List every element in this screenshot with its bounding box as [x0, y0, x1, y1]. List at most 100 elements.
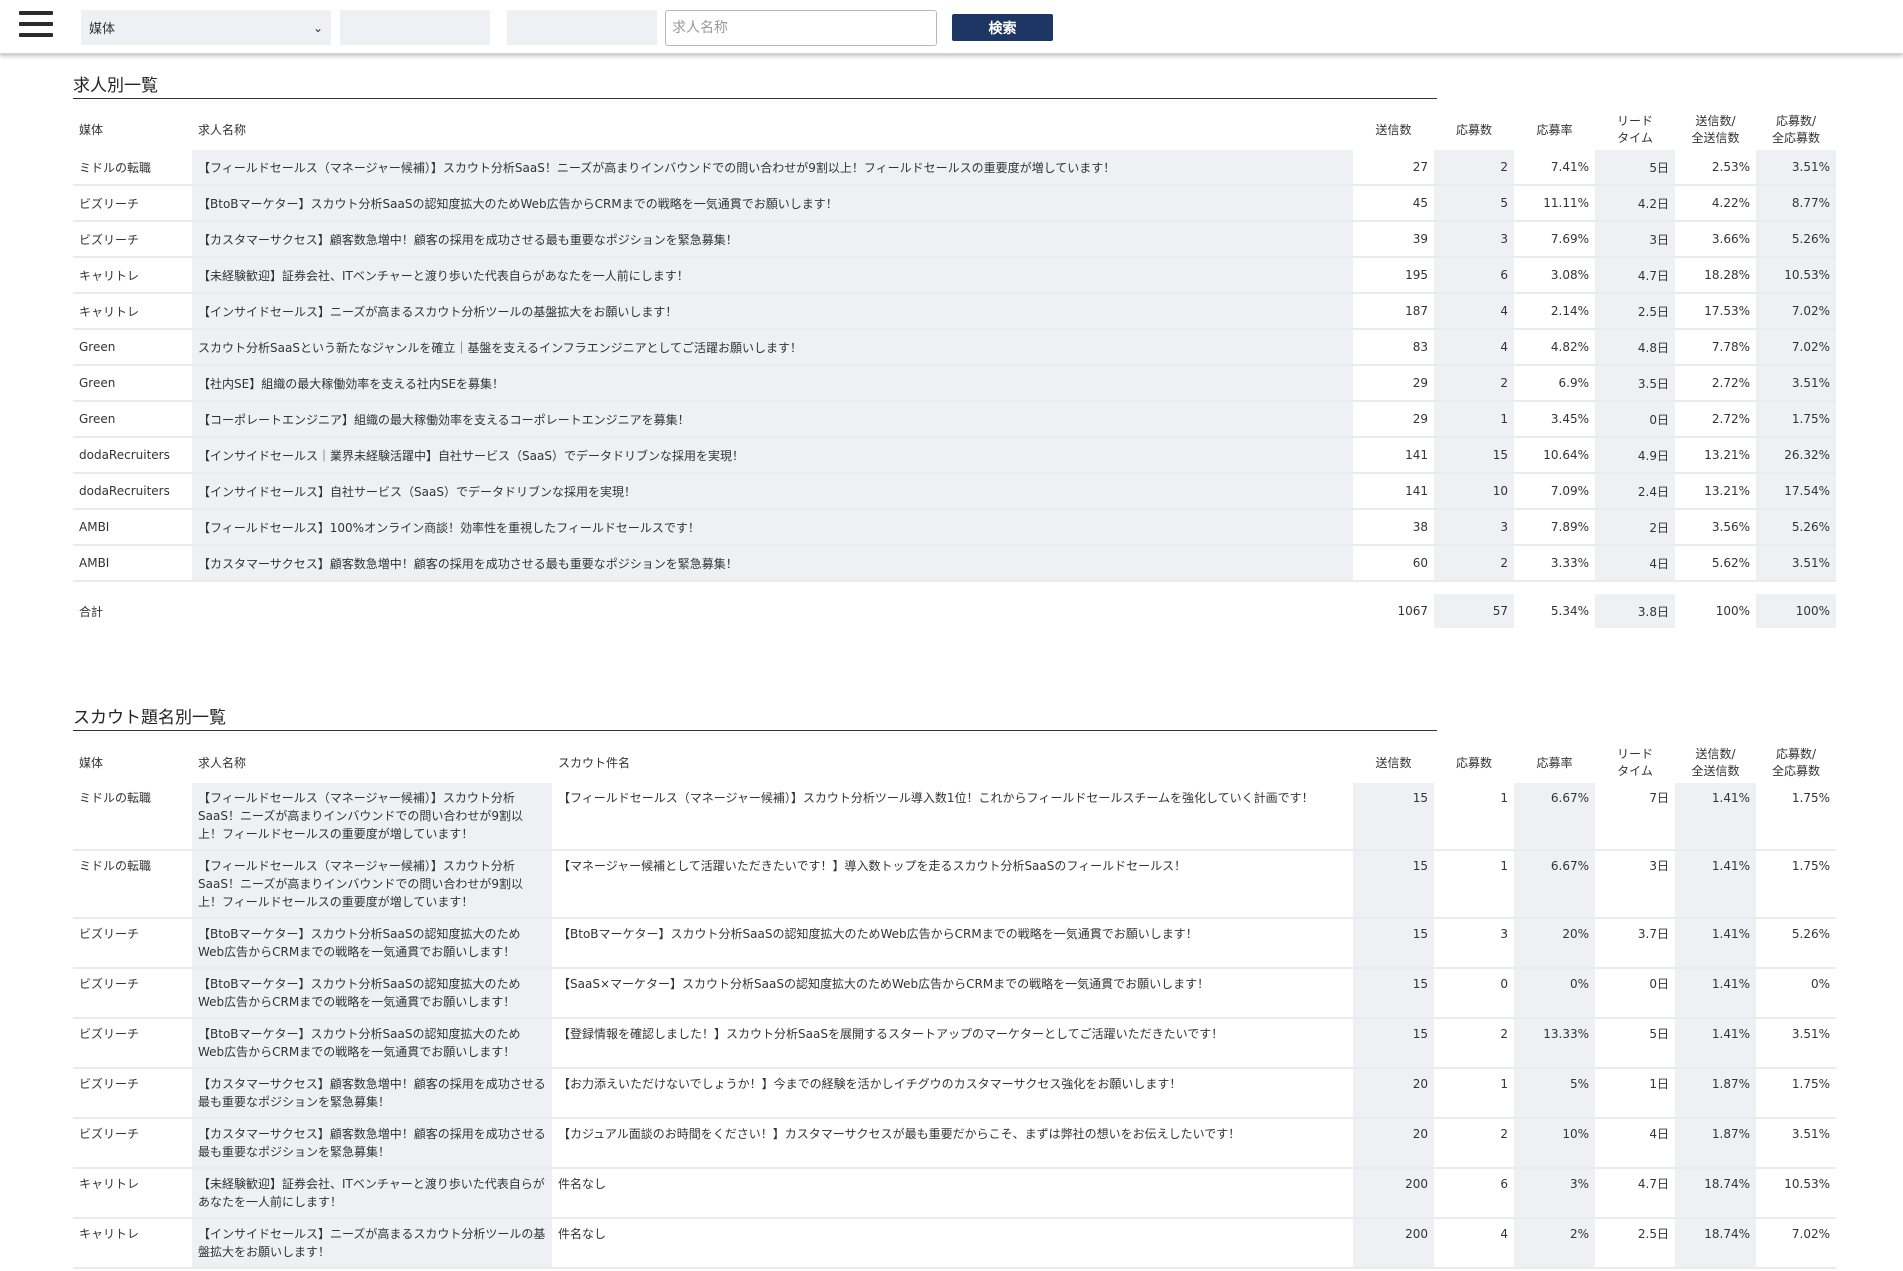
cell-scout-subject: 件名なし [552, 1169, 1353, 1219]
cell-lead-time: 3.7日 [1595, 919, 1675, 969]
cell-applied: 6 [1434, 1169, 1514, 1219]
col-job-name: 求人名称 [198, 122, 247, 137]
cell-media: Green [73, 402, 192, 438]
cell-job-name: 【未経験歓迎】証券会社、ITベンチャーと渡り歩いた代表自らがあなたを一人前にしま… [192, 258, 1353, 294]
cell-sent-share: 17.53% [1675, 294, 1756, 330]
cell-job-name: 【カスタマーサクセス】顧客数急増中！顧客の採用を成功させる最も重要なポジションを… [192, 546, 1353, 582]
cell-sent-share: 18.28% [1675, 258, 1756, 294]
filter-field-1[interactable] [340, 10, 490, 45]
cell-rate: 20% [1514, 919, 1595, 969]
cell-rate: 6.67% [1514, 851, 1595, 919]
table-row[interactable]: キャリトレ 【インサイドセールス】ニーズが高まるスカウト分析ツールの基盤拡大をお… [73, 1219, 1836, 1269]
cell-applied: 3 [1434, 919, 1514, 969]
cell-applied-share: 7.02% [1756, 330, 1836, 366]
cell-sent-share: 13.21% [1675, 438, 1756, 474]
cell-applied-share: 10.53% [1756, 258, 1836, 294]
col-lead-time-line1: リード [1616, 747, 1653, 761]
cell-media: Green [73, 366, 192, 402]
table-row[interactable]: Green 【社内SE】組織の最大稼働効率を支える社内SEを募集！ 29 2 6… [73, 366, 1836, 402]
filter-field-2[interactable] [507, 10, 657, 45]
cell-scout-subject: 【BtoBマーケター】スカウト分析SaaSの認知度拡大のためWeb広告からCRM… [552, 919, 1353, 969]
cell-applied: 1 [1434, 402, 1514, 438]
cell-applied: 4 [1434, 330, 1514, 366]
table-row[interactable]: ビズリーチ 【カスタマーサクセス】顧客数急増中！顧客の採用を成功させる最も重要な… [73, 222, 1836, 258]
cell-job-name: 【コーポレートエンジニア】組織の最大稼働効率を支えるコーポレートエンジニアを募集… [192, 402, 1353, 438]
total-row: 合計 1067 57 5.34% 3.8日 100% 100% [73, 594, 1836, 628]
jobs-section-title: 求人別一覧 [73, 71, 1437, 99]
table-row[interactable]: AMBI 【カスタマーサクセス】顧客数急増中！顧客の採用を成功させる最も重要なポ… [73, 546, 1836, 582]
search-button[interactable]: 検索 [952, 14, 1053, 41]
col-applied: 応募数 [1455, 122, 1492, 137]
cell-applied: 2 [1434, 150, 1514, 186]
table-row[interactable]: ビズリーチ 【BtoBマーケター】スカウト分析SaaSの認知度拡大のためWeb広… [73, 1019, 1836, 1069]
cell-rate: 7.89% [1514, 510, 1595, 546]
col-applied-share: 応募数/全応募数 [1756, 743, 1836, 783]
cell-applied: 4 [1434, 294, 1514, 330]
cell-applied: 5 [1434, 186, 1514, 222]
cell-scout-subject: 【カジュアル面談のお時間をください！】カスタマーサクセスが最も重要だからこそ、ま… [552, 1119, 1353, 1169]
cell-lead-time: 4.7日 [1595, 1169, 1675, 1219]
cell-lead-time: 4.9日 [1595, 438, 1675, 474]
cell-applied-share: 3.51% [1756, 366, 1836, 402]
cell-sent-share: 1.41% [1675, 919, 1756, 969]
table-row[interactable]: ビズリーチ 【BtoBマーケター】スカウト分析SaaSの認知度拡大のためWeb広… [73, 969, 1836, 1019]
col-applied-share-line2: 全応募数 [1771, 764, 1820, 778]
cell-media: AMBI [73, 546, 192, 582]
cell-sent-share: 1.41% [1675, 969, 1756, 1019]
table-row[interactable]: AMBI 【フィールドセールス】100%オンライン商談！効率性を重視したフィール… [73, 510, 1836, 546]
media-select[interactable]: 媒体 ⌄ [81, 10, 331, 45]
table-row[interactable]: Green スカウト分析SaaSという新たなジャンルを確立｜基盤を支えるインフラ… [73, 330, 1836, 366]
cell-media: dodaRecruiters [73, 474, 192, 510]
cell-job-name: 【フィールドセールス（マネージャー候補）】スカウト分析SaaS！ニーズが高まりイ… [192, 783, 552, 851]
job-name-search-input[interactable] [665, 10, 937, 46]
table-row[interactable]: キャリトレ 【未経験歓迎】証券会社、ITベンチャーと渡り歩いた代表自らがあなたを… [73, 258, 1836, 294]
table-row[interactable]: キャリトレ 【未経験歓迎】証券会社、ITベンチャーと渡り歩いた代表自らがあなたを… [73, 1169, 1836, 1219]
cell-sent: 20 [1353, 1119, 1434, 1169]
cell-applied: 1 [1434, 851, 1514, 919]
table-row[interactable]: ミドルの転職 【フィールドセールス（マネージャー候補）】スカウト分析SaaS！ニ… [73, 150, 1836, 186]
cell-applied: 1 [1434, 783, 1514, 851]
cell-media: キャリトレ [73, 294, 192, 330]
cell-job-name: 【BtoBマーケター】スカウト分析SaaSの認知度拡大のためWeb広告からCRM… [192, 969, 552, 1019]
table-row[interactable]: ミドルの転職 【フィールドセールス（マネージャー候補）】スカウト分析SaaS！ニ… [73, 851, 1836, 919]
cell-applied: 15 [1434, 438, 1514, 474]
table-row[interactable]: ビズリーチ 【BtoBマーケター】スカウト分析SaaSの認知度拡大のためWeb広… [73, 919, 1836, 969]
menu-icon[interactable] [19, 9, 53, 39]
total-sent: 1067 [1397, 604, 1428, 618]
cell-media: ミドルの転職 [73, 783, 192, 851]
cell-applied-share: 17.54% [1756, 474, 1836, 510]
cell-scout-subject: 【マネージャー候補として活躍いただきたいです！】導入数トップを走るスカウト分析S… [552, 851, 1353, 919]
cell-media: ミドルの転職 [73, 150, 192, 186]
cell-job-name: 【BtoBマーケター】スカウト分析SaaSの認知度拡大のためWeb広告からCRM… [192, 1019, 552, 1069]
table-row[interactable]: dodaRecruiters 【インサイドセールス｜業界未経験活躍中】自社サービ… [73, 438, 1836, 474]
table-row[interactable]: ミドルの転職 【フィールドセールス（マネージャー候補）】スカウト分析SaaS！ニ… [73, 783, 1836, 851]
cell-sent-share: 1.87% [1675, 1069, 1756, 1119]
cell-rate: 0% [1514, 969, 1595, 1019]
scouts-section-title: スカウト題名別一覧 [73, 703, 1437, 731]
scouts-table-header: 媒体 求人名称 スカウト件名 送信数 応募数 応募率 リード タイム 送信数/全送… [73, 743, 1836, 783]
cell-lead-time: 5日 [1595, 1019, 1675, 1069]
cell-sent-share: 7.78% [1675, 330, 1756, 366]
col-sent-share-line1: 送信数/ [1695, 114, 1736, 128]
cell-applied-share: 0% [1756, 969, 1836, 1019]
cell-rate: 13.33% [1514, 1019, 1595, 1069]
table-row[interactable]: dodaRecruiters 【インサイドセールス】自社サービス（SaaS）でデ… [73, 474, 1836, 510]
cell-applied-share: 3.51% [1756, 1019, 1836, 1069]
cell-sent-share: 2.72% [1675, 402, 1756, 438]
cell-applied-share: 5.26% [1756, 510, 1836, 546]
table-row[interactable]: ビズリーチ 【BtoBマーケター】スカウト分析SaaSの認知度拡大のためWeb広… [73, 186, 1836, 222]
total-label: 合計 [79, 604, 104, 619]
top-toolbar: 媒体 ⌄ 検索 [0, 0, 1903, 54]
table-row[interactable]: Green 【コーポレートエンジニア】組織の最大稼働効率を支えるコーポレートエン… [73, 402, 1836, 438]
cell-sent-share: 1.41% [1675, 1019, 1756, 1069]
cell-applied-share: 1.75% [1756, 402, 1836, 438]
cell-sent-share: 1.41% [1675, 783, 1756, 851]
col-rate: 応募率 [1536, 122, 1573, 137]
cell-rate: 6.9% [1514, 366, 1595, 402]
cell-sent: 45 [1353, 186, 1434, 222]
table-row[interactable]: キャリトレ 【インサイドセールス】ニーズが高まるスカウト分析ツールの基盤拡大をお… [73, 294, 1836, 330]
table-row[interactable]: ビズリーチ 【カスタマーサクセス】顧客数急増中！顧客の採用を成功させる最も重要な… [73, 1119, 1836, 1169]
cell-applied: 2 [1434, 1119, 1514, 1169]
cell-applied: 3 [1434, 222, 1514, 258]
table-row[interactable]: ビズリーチ 【カスタマーサクセス】顧客数急増中！顧客の採用を成功させる最も重要な… [73, 1069, 1836, 1119]
